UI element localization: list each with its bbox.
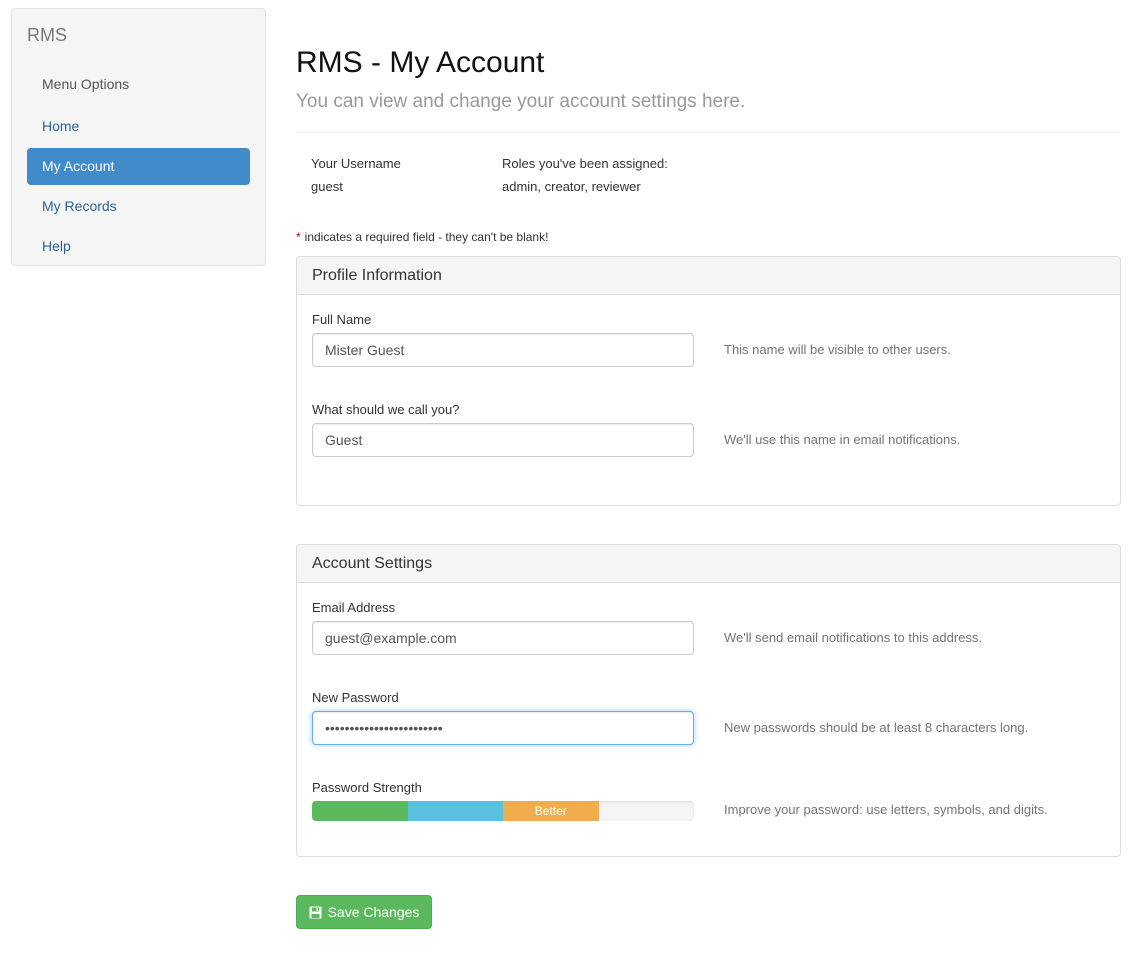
new-password-input[interactable] bbox=[312, 711, 694, 745]
password-strength-help: Improve your password: use letters, symb… bbox=[724, 802, 1048, 817]
strength-segment-2 bbox=[407, 801, 503, 821]
new-password-help: New passwords should be at least 8 chara… bbox=[724, 720, 1029, 735]
roles-value: admin, creator, reviewer bbox=[502, 179, 641, 194]
username-value: guest bbox=[311, 179, 343, 194]
profile-information-panel: Profile Information Full Name This name … bbox=[296, 256, 1121, 506]
account-settings-panel: Account Settings Email Address We'll sen… bbox=[296, 544, 1121, 857]
floppy-disk-icon bbox=[309, 906, 322, 919]
page-title: RMS - My Account bbox=[296, 46, 545, 79]
sidebar-header: Menu Options bbox=[42, 76, 130, 92]
password-strength-meter: Better bbox=[312, 801, 694, 821]
profile-panel-title: Profile Information bbox=[297, 257, 1120, 295]
required-star: * bbox=[296, 230, 301, 244]
sidebar-item-home[interactable]: Home bbox=[27, 108, 250, 145]
nickname-help: We'll use this name in email notificatio… bbox=[724, 432, 961, 447]
account-panel-title: Account Settings bbox=[297, 545, 1120, 583]
sidebar-item-my-account[interactable]: My Account bbox=[27, 148, 250, 185]
header-divider bbox=[296, 132, 1120, 133]
save-button-label: Save Changes bbox=[327, 904, 420, 920]
strength-segment-3: Better bbox=[503, 801, 599, 821]
username-label: Your Username bbox=[311, 156, 401, 171]
sidebar-item-my-records[interactable]: My Records bbox=[27, 188, 250, 225]
sidebar-item-help[interactable]: Help bbox=[27, 228, 250, 265]
password-strength-label: Password Strength bbox=[312, 780, 422, 795]
nickname-input[interactable] bbox=[312, 423, 694, 457]
email-input[interactable] bbox=[312, 621, 694, 655]
strength-segment-1 bbox=[312, 801, 408, 821]
roles-label: Roles you've been assigned: bbox=[502, 156, 668, 171]
sidebar: RMS Menu Options Home My Account My Reco… bbox=[11, 8, 266, 266]
save-changes-button[interactable]: Save Changes bbox=[296, 895, 432, 929]
new-password-label: New Password bbox=[312, 690, 399, 705]
full-name-input[interactable] bbox=[312, 333, 694, 367]
required-note-text: indicates a required field - they can't … bbox=[304, 230, 549, 244]
sidebar-brand: RMS bbox=[27, 25, 67, 45]
full-name-help: This name will be visible to other users… bbox=[724, 342, 951, 357]
nickname-label: What should we call you? bbox=[312, 402, 460, 417]
full-name-label: Full Name bbox=[312, 312, 372, 327]
page-subtitle: You can view and change your account set… bbox=[296, 91, 746, 112]
email-label: Email Address bbox=[312, 600, 396, 615]
email-help: We'll send email notifications to this a… bbox=[724, 630, 983, 645]
required-field-note: * indicates a required field - they can't… bbox=[296, 230, 548, 244]
